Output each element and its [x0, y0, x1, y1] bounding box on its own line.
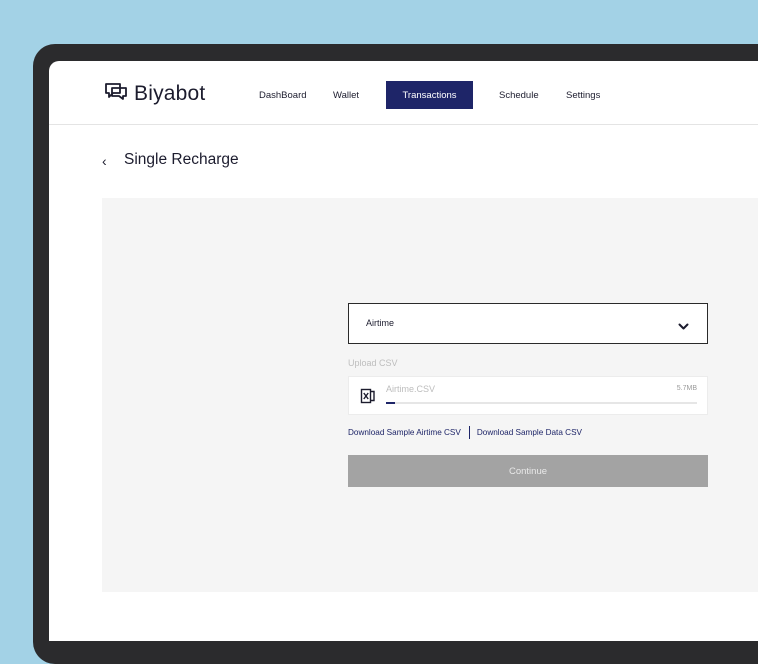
brand-logo[interactable]: Biyabot [104, 81, 205, 106]
download-sample-airtime-link[interactable]: Download Sample Airtime CSV [348, 428, 461, 437]
continue-button[interactable]: Continue [348, 455, 708, 487]
link-divider [468, 426, 470, 439]
upload-csv-label: Upload CSV [348, 358, 398, 368]
uploaded-file-box[interactable]: Airtime.CSV 5.7MB [348, 376, 708, 415]
nav-item-settings[interactable]: Settings [566, 90, 600, 101]
app-screen: Biyabot DashBoard Wallet Transactions Sc… [49, 61, 758, 641]
chevron-down-icon [678, 318, 689, 336]
brand-name: Biyabot [134, 81, 206, 105]
nav-item-transactions[interactable]: Transactions [386, 81, 473, 109]
back-chevron-icon[interactable]: ‹ [102, 153, 107, 169]
download-sample-data-link[interactable]: Download Sample Data CSV [477, 428, 582, 437]
biyabot-logo-icon [104, 81, 128, 106]
sample-links: Download Sample Airtime CSV Download Sam… [348, 426, 582, 439]
nav-item-schedule[interactable]: Schedule [499, 90, 539, 101]
file-size: 5.7MB [676, 385, 697, 392]
top-header: Biyabot DashBoard Wallet Transactions Sc… [49, 61, 758, 125]
page-title: Single Recharge [124, 151, 239, 168]
recharge-type-select[interactable]: Airtime [348, 303, 708, 344]
nav-item-dashboard[interactable]: DashBoard [259, 90, 307, 101]
upload-progress-fill [386, 402, 396, 404]
excel-file-icon [360, 388, 376, 409]
file-name: Airtime.CSV [386, 384, 436, 394]
recharge-type-value: Airtime [366, 318, 395, 328]
nav-item-wallet[interactable]: Wallet [333, 90, 359, 101]
upload-progress-bar [386, 402, 697, 404]
